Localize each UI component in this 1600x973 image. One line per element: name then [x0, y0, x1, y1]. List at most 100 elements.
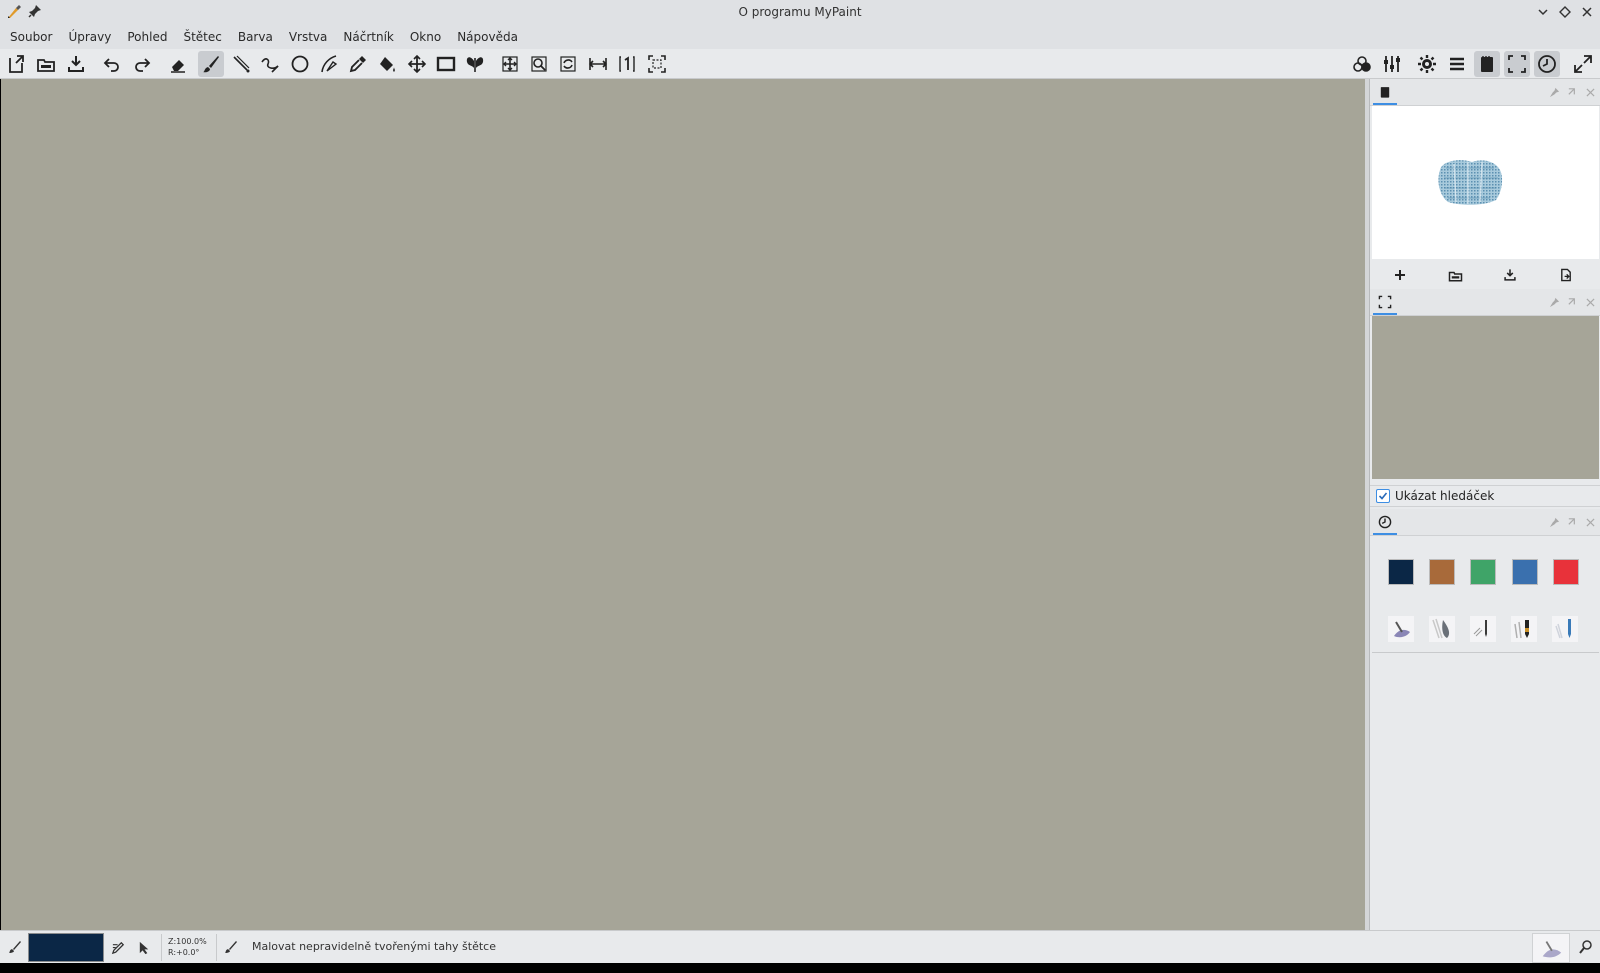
- fill-button[interactable]: [374, 51, 400, 77]
- close-icon[interactable]: [1580, 3, 1594, 21]
- freehand-line-button[interactable]: [257, 51, 283, 77]
- color-wheel-button[interactable]: [1349, 51, 1375, 77]
- smudge-brush-icon: [1429, 616, 1455, 642]
- pin-panel-icon[interactable]: [1547, 295, 1561, 309]
- preview-area[interactable]: [1372, 316, 1599, 479]
- layers-button[interactable]: [1444, 51, 1470, 77]
- pin-panel-icon[interactable]: [1547, 515, 1561, 529]
- redo-button[interactable]: [129, 51, 155, 77]
- fit-view-icon: [648, 55, 666, 73]
- menu-upravy[interactable]: Úpravy: [60, 26, 119, 48]
- maximize-icon[interactable]: [1558, 3, 1572, 21]
- scratchpad-export-button[interactable]: [1556, 265, 1576, 285]
- show-viewfinder-checkbox[interactable]: [1376, 489, 1390, 503]
- recent-color-swatch[interactable]: [1388, 559, 1414, 585]
- detach-panel-icon[interactable]: [1565, 295, 1579, 309]
- new-button[interactable]: [3, 51, 29, 77]
- tab-preview[interactable]: [1373, 291, 1397, 315]
- checkmark-icon: [1378, 492, 1388, 500]
- menu-barva[interactable]: Barva: [230, 26, 281, 48]
- brush-tweak-button[interactable]: [1577, 938, 1595, 956]
- minimize-icon[interactable]: [1536, 3, 1550, 21]
- reset-zoom-button[interactable]: [614, 51, 640, 77]
- brush-settings-icon: [1384, 56, 1400, 72]
- preview-button[interactable]: [1504, 51, 1530, 77]
- eraser-button[interactable]: [165, 51, 191, 77]
- menu-okno[interactable]: Okno: [402, 26, 449, 48]
- tab-scratchpad[interactable]: [1373, 81, 1397, 105]
- recent-brush-charcoal[interactable]: [1510, 615, 1538, 643]
- recent-brush-smudge[interactable]: [1428, 615, 1456, 643]
- status-separator: [216, 934, 217, 961]
- open-button[interactable]: [33, 51, 59, 77]
- scratchpad-save-button[interactable]: [1500, 265, 1520, 285]
- rotate-view-button[interactable]: [555, 51, 581, 77]
- recent-brush-pencil[interactable]: [1469, 615, 1497, 643]
- detach-panel-icon[interactable]: [1565, 85, 1579, 99]
- current-color-swatch[interactable]: [28, 933, 104, 962]
- symmetry-icon: [466, 57, 484, 72]
- ellipse-button[interactable]: [287, 51, 313, 77]
- inking-button[interactable]: [228, 51, 254, 77]
- new-icon: [9, 55, 24, 73]
- tab-history[interactable]: [1373, 511, 1397, 535]
- inking-icon: [233, 55, 250, 73]
- preferences-button[interactable]: [1414, 51, 1440, 77]
- scratchpad-open-button[interactable]: [1445, 265, 1465, 285]
- freehand-brush-button[interactable]: [198, 51, 224, 77]
- frame-button[interactable]: [433, 51, 459, 77]
- close-panel-icon[interactable]: [1583, 85, 1597, 99]
- history-button[interactable]: [1534, 51, 1560, 77]
- undo-button[interactable]: [99, 51, 125, 77]
- panel-empty-area: [1372, 652, 1599, 928]
- airbrush-icon: [1542, 941, 1562, 958]
- preferences-icon: [1418, 55, 1436, 73]
- show-viewfinder-option[interactable]: Ukázat hledáček: [1370, 485, 1600, 507]
- recent-color-swatch[interactable]: [1470, 559, 1496, 585]
- close-panel-icon[interactable]: [1583, 295, 1597, 309]
- scratchpad-new-button[interactable]: [1390, 265, 1410, 285]
- mirror-view-button[interactable]: [585, 51, 611, 77]
- menu-vrstva[interactable]: Vrstva: [281, 26, 336, 48]
- color-picker-icon: [349, 56, 366, 73]
- drawing-canvas[interactable]: [1, 79, 1365, 930]
- menu-nacrtnik[interactable]: Náčrtník: [335, 26, 401, 48]
- zoom-view-button[interactable]: [526, 51, 552, 77]
- zoom-icon: [531, 56, 547, 72]
- symmetry-button[interactable]: [462, 51, 488, 77]
- save-button[interactable]: [63, 51, 89, 77]
- charcoal-brush-icon: [1511, 616, 1537, 642]
- mirror-icon: [588, 58, 608, 70]
- preview-icon: [1378, 295, 1392, 309]
- recent-brush-pen[interactable]: [1551, 615, 1579, 643]
- menu-soubor[interactable]: Soubor: [2, 26, 60, 48]
- current-brush-preview[interactable]: [1532, 933, 1570, 963]
- status-message: Malovat nepravidelně tvořenými tahy štět…: [252, 940, 496, 953]
- scratchpad-button[interactable]: [1474, 51, 1500, 77]
- scratchpad-area[interactable]: [1372, 106, 1599, 259]
- redo-icon: [135, 58, 151, 72]
- close-panel-icon[interactable]: [1583, 515, 1597, 529]
- pick-color-button[interactable]: [135, 938, 153, 956]
- zoom-readout: Z:100.0%: [168, 937, 207, 946]
- scratchpad-toolbar: [1370, 259, 1600, 289]
- brush-settings-button[interactable]: [1379, 51, 1405, 77]
- move-layer-button[interactable]: [404, 51, 430, 77]
- detach-panel-icon[interactable]: [1565, 515, 1579, 529]
- recent-color-swatch[interactable]: [1553, 559, 1579, 585]
- recent-color-swatch[interactable]: [1512, 559, 1538, 585]
- menu-pohled[interactable]: Pohled: [119, 26, 175, 48]
- pin-panel-icon[interactable]: [1547, 85, 1561, 99]
- fullscreen-button[interactable]: [1570, 51, 1596, 77]
- status-separator: [161, 934, 162, 961]
- recent-color-swatch[interactable]: [1429, 559, 1455, 585]
- edit-color-button[interactable]: [109, 938, 127, 956]
- fit-view-button[interactable]: [644, 51, 670, 77]
- pen-path-button[interactable]: [316, 51, 342, 77]
- brush-status-icon[interactable]: [6, 938, 24, 956]
- menu-napoveda[interactable]: Nápověda: [449, 26, 526, 48]
- pan-view-button[interactable]: [497, 51, 523, 77]
- menu-stetec[interactable]: Štětec: [175, 26, 229, 48]
- color-picker-button[interactable]: [345, 51, 371, 77]
- recent-brush-airbrush[interactable]: [1387, 615, 1415, 643]
